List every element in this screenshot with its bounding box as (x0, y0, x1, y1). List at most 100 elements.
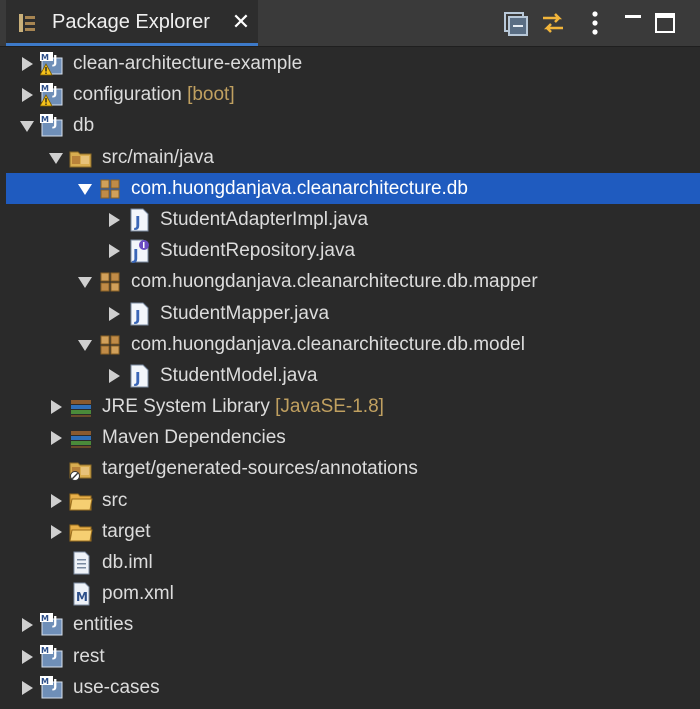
tree-item-name: rest (73, 645, 105, 667)
collapse-arrow-icon[interactable] (78, 182, 92, 196)
tree-item-label: src (102, 489, 127, 513)
svg-text:M: M (41, 115, 49, 124)
library-icon (71, 431, 91, 449)
tree-item-name: db (73, 115, 95, 137)
expand-arrow-icon[interactable] (20, 57, 34, 71)
expand-arrow-icon[interactable] (49, 524, 63, 539)
tree-item[interactable]: src (0, 485, 700, 516)
tree-item-name: target/generated-sources/annotations (102, 458, 418, 480)
collapse-arrow-icon[interactable] (20, 119, 34, 133)
view-tab-bar: Package Explorer ✕ (0, 0, 700, 47)
package-explorer-view: Package Explorer ✕ M J clean-architectur… (0, 0, 700, 709)
tree-item[interactable]: target (0, 516, 700, 547)
svg-text:J: J (52, 115, 57, 129)
expand-arrow-icon[interactable] (49, 400, 63, 415)
expand-arrow-icon[interactable] (20, 618, 34, 633)
project-tree[interactable]: M J clean-architecture-example M J confi… (0, 48, 700, 703)
maven-project-icon: M J (40, 114, 63, 137)
source-folder-icon (69, 151, 92, 168)
tree-item-name: use-cases (73, 676, 160, 698)
tree-item-label: db.iml (102, 551, 153, 575)
tree-item-name: configuration (73, 84, 182, 106)
expand-arrow-icon[interactable] (107, 306, 121, 321)
tree-item[interactable]: M Juse-cases (0, 672, 700, 703)
svg-text:M: M (41, 646, 49, 655)
tree-item-name: StudentModel.java (160, 364, 318, 386)
expand-arrow-icon[interactable] (107, 244, 121, 259)
tree-item[interactable]: J StudentAdapterImpl.java (0, 204, 700, 235)
tree-item-label: com.huongdanjava.cleanarchitecture.db.mo… (131, 333, 525, 357)
link-with-editor-icon[interactable] (540, 10, 566, 36)
tree-item-name: com.huongdanjava.cleanarchitecture.db.mo… (131, 333, 525, 355)
tree-item-label: target (102, 520, 151, 544)
tree-item-label: StudentRepository.java (160, 239, 355, 263)
svg-text:J: J (52, 646, 57, 660)
tree-item[interactable]: com.huongdanjava.cleanarchitecture.db (0, 172, 700, 204)
maven-pom-icon: M (73, 582, 90, 606)
collapse-arrow-icon[interactable] (49, 151, 63, 165)
tree-item-label: rest (73, 645, 105, 669)
collapse-arrow-icon[interactable] (78, 338, 92, 352)
expand-arrow-icon[interactable] (20, 88, 34, 103)
tree-item-label: pom.xml (102, 582, 174, 606)
tree-item-name: com.huongdanjava.cleanarchitecture.db.ma… (131, 271, 538, 293)
tree-item-name: pom.xml (102, 583, 174, 605)
tree-item[interactable]: com.huongdanjava.cleanarchitecture.db.mo… (0, 329, 700, 360)
tree-item[interactable]: target/generated-sources/annotations (0, 453, 700, 484)
tree-item[interactable]: J StudentModel.java (0, 360, 700, 391)
tree-item-label: target/generated-sources/annotations (102, 457, 418, 481)
tree-item-label: src/main/java (102, 146, 214, 170)
collapse-all-icon[interactable] (502, 10, 528, 36)
tree-item[interactable]: M Jdb (0, 110, 700, 141)
expand-arrow-icon[interactable] (49, 431, 63, 446)
minimize-icon[interactable] (620, 10, 646, 36)
tree-item-label: configuration [boot] (73, 83, 235, 107)
svg-text:M: M (41, 84, 49, 93)
tree-item[interactable]: Mpom.xml (0, 578, 700, 609)
expand-arrow-icon[interactable] (20, 649, 34, 664)
view-menu-icon[interactable] (582, 10, 608, 36)
tree-item[interactable]: Maven Dependencies (0, 422, 700, 453)
tree-item[interactable]: src/main/java (0, 142, 700, 173)
expand-arrow-icon[interactable] (107, 368, 121, 383)
svg-text:I: I (142, 241, 145, 250)
svg-text:J: J (52, 84, 57, 98)
tree-item-label: StudentAdapterImpl.java (160, 208, 368, 232)
svg-text:M: M (76, 590, 88, 604)
text-file-icon (73, 551, 90, 575)
svg-text:M: M (41, 614, 49, 623)
maximize-icon[interactable] (652, 10, 678, 36)
selection-gutter (0, 172, 6, 204)
tree-item-name: db.iml (102, 552, 153, 573)
tree-item-label: db (73, 114, 94, 138)
maven-project-warning-icon: M J (40, 83, 63, 107)
collapse-arrow-icon[interactable] (78, 275, 92, 289)
tree-item[interactable]: db.iml (0, 547, 700, 578)
expand-arrow-icon[interactable] (49, 493, 63, 508)
tree-item-name: StudentAdapterImpl.java (160, 208, 369, 230)
tree-item-label: com.huongdanjava.cleanarchitecture.db.ma… (131, 270, 538, 294)
expand-arrow-icon[interactable] (107, 212, 121, 227)
tree-item[interactable]: M Jrest (0, 641, 700, 672)
tree-item[interactable]: M J clean-architecture-example (0, 48, 700, 79)
java-interface-file-icon: J I (130, 239, 149, 263)
tree-item-name: src (102, 489, 128, 511)
tree-item-name: src/main/java (102, 146, 214, 168)
svg-text:J: J (134, 213, 141, 231)
tree-item[interactable]: J I StudentRepository.java (0, 235, 700, 266)
svg-text:J: J (132, 246, 139, 263)
tree-item-name: com.huongdanjava.cleanarchitecture.db (131, 177, 468, 199)
tree-item[interactable]: J StudentMapper.java (0, 298, 700, 329)
tree-item[interactable]: JRE System Library [JavaSE-1.8] (0, 391, 700, 422)
tree-item[interactable]: M Jentities (0, 609, 700, 640)
close-icon[interactable]: ✕ (230, 10, 252, 34)
tree-item-name: JRE System Library (102, 396, 270, 418)
package-icon (100, 272, 120, 292)
expand-arrow-icon[interactable] (20, 680, 34, 695)
package-explorer-tab[interactable]: Package Explorer ✕ (6, 0, 258, 46)
tree-item[interactable]: M J configuration [boot] (0, 79, 700, 110)
svg-text:M: M (41, 53, 49, 62)
tree-item-name: clean-architecture-example (73, 53, 303, 74)
tree-item[interactable]: com.huongdanjava.cleanarchitecture.db.ma… (0, 266, 700, 297)
maven-project-icon: M J (40, 644, 63, 668)
